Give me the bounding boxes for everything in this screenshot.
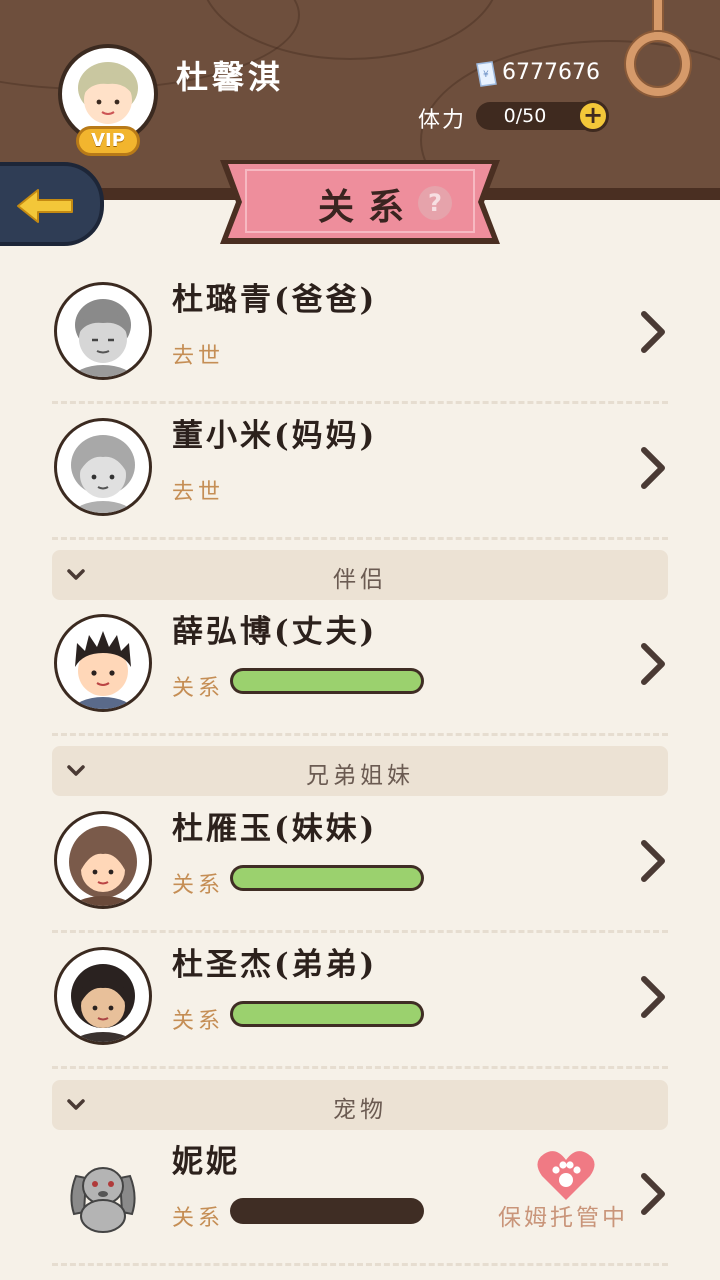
list-item-pet[interactable]: 妮妮 关系 保姆托管中 xyxy=(52,1130,668,1266)
section-label: 伴侣 xyxy=(333,567,387,593)
relation-bar xyxy=(230,1198,424,1224)
vip-badge: VIP xyxy=(76,126,140,156)
money-value: 6777676 xyxy=(502,60,600,85)
cash-icon: ¥ xyxy=(476,61,497,87)
avatar xyxy=(54,418,152,516)
relation-fill xyxy=(233,868,421,888)
add-stamina-button[interactable]: + xyxy=(577,100,609,132)
chevron-right-icon xyxy=(641,976,665,1018)
relation-bar xyxy=(230,865,424,891)
list-item-sister[interactable]: 杜雁玉(妹妹) 关系 xyxy=(52,797,668,933)
divider xyxy=(52,733,668,736)
page-title: 关系 xyxy=(318,186,419,228)
member-name: 妮妮 xyxy=(172,1144,240,1180)
member-name: 杜圣杰(弟弟) xyxy=(172,947,378,983)
ring-icon xyxy=(626,32,690,96)
relation-bar xyxy=(230,668,424,694)
avatar xyxy=(54,811,152,909)
list-item-father[interactable]: 杜璐青(爸爸) 去世 xyxy=(52,268,668,404)
relation-label: 关系 xyxy=(172,873,225,898)
relation-label: 关系 xyxy=(172,1206,225,1231)
member-name: 杜雁玉(妹妹) xyxy=(172,811,378,847)
question-icon[interactable]: ? xyxy=(418,186,452,220)
divider xyxy=(52,1066,668,1069)
pet-avatar xyxy=(66,1156,140,1236)
section-header-siblings[interactable]: 兄弟姐妹 xyxy=(52,746,668,796)
divider xyxy=(52,537,668,540)
member-name: 董小米(妈妈) xyxy=(172,418,378,454)
chevron-right-icon xyxy=(641,643,665,685)
relation-bar xyxy=(230,1001,424,1027)
member-status: 去世 xyxy=(172,480,225,505)
relation-label: 关系 xyxy=(172,676,225,701)
section-header-pets[interactable]: 宠物 xyxy=(52,1080,668,1130)
relation-fill xyxy=(233,1004,421,1024)
divider xyxy=(52,1263,668,1266)
member-name: 杜璐青(爸爸) xyxy=(172,282,378,318)
avatar xyxy=(54,614,152,712)
svg-text:¥: ¥ xyxy=(483,70,489,80)
pet-status: 保姆托管中 xyxy=(498,1205,628,1231)
relation-fill xyxy=(233,671,421,691)
member-name: 薛弘博(丈夫) xyxy=(172,614,378,650)
ring-stem xyxy=(652,0,664,36)
section-header-partner[interactable]: 伴侣 xyxy=(52,550,668,600)
stamina-label: 体力 xyxy=(418,108,467,133)
relation-label: 关系 xyxy=(172,1009,225,1034)
section-label: 宠物 xyxy=(333,1097,387,1123)
section-label: 兄弟姐妹 xyxy=(306,763,414,789)
paw-heart-icon xyxy=(537,1151,595,1200)
chevron-right-icon xyxy=(641,311,665,353)
chevron-right-icon xyxy=(641,447,665,489)
chevron-right-icon xyxy=(641,1173,665,1215)
back-button[interactable] xyxy=(0,162,104,246)
list-item-mother[interactable]: 董小米(妈妈) 去世 xyxy=(52,404,668,540)
back-arrow-icon xyxy=(17,189,73,223)
member-status: 去世 xyxy=(172,344,225,369)
player-name: 杜馨淇 xyxy=(176,58,285,96)
list-item-husband[interactable]: 薛弘博(丈夫) 关系 xyxy=(52,600,668,736)
list-item-brother[interactable]: 杜圣杰(弟弟) 关系 xyxy=(52,933,668,1069)
avatar xyxy=(54,947,152,1045)
chevron-right-icon xyxy=(641,840,665,882)
avatar xyxy=(54,282,152,380)
